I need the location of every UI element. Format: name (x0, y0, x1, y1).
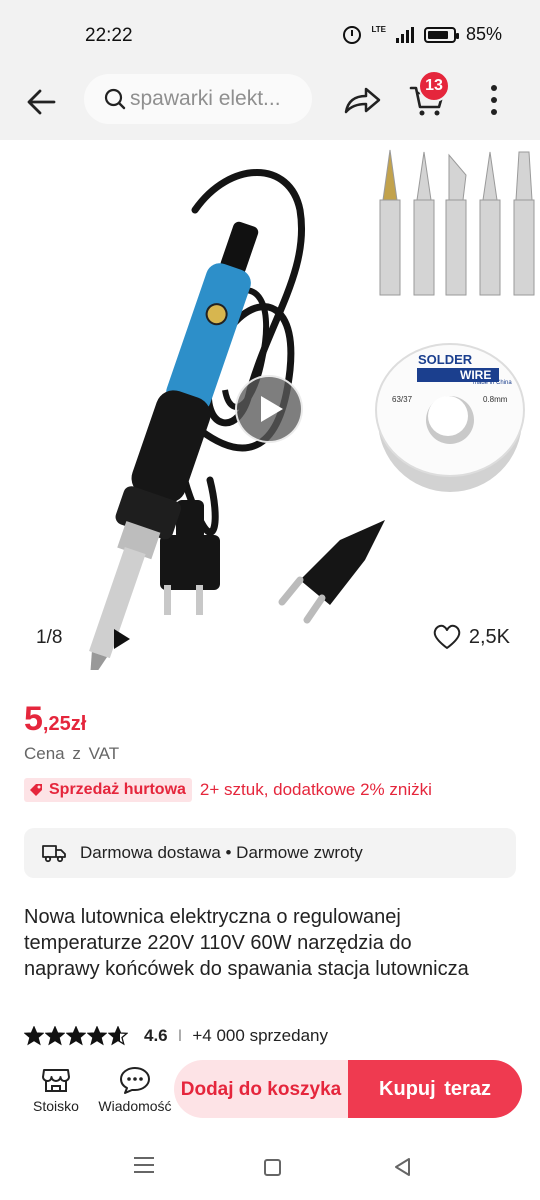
price-integer: 5 (24, 700, 43, 738)
chat-icon (120, 1067, 150, 1094)
store-label: Stoisko (33, 1098, 79, 1114)
share-icon[interactable] (340, 80, 384, 120)
wishlist-button[interactable]: 2,5K (433, 624, 510, 650)
search-bar[interactable]: spawarki elekt... (84, 74, 312, 124)
battery-icon (423, 26, 459, 43)
status-icons: LTE 85% (343, 24, 502, 45)
likes-count: 2,5K (468, 625, 510, 648)
top-navigation: spawarki elekt... 13 (0, 70, 540, 140)
store-icon (42, 1069, 70, 1092)
wholesale-badge: Sprzedaż hurtowa (24, 778, 192, 802)
rating-score: 4.6 (144, 1026, 168, 1045)
messages-label: Wiadomość (98, 1098, 172, 1114)
product-title: Nowa lutownica elektryczna o regulowanej… (24, 906, 469, 980)
product-price: 5 ,25zł (24, 700, 86, 739)
solder-made-label: made in China (473, 380, 512, 386)
buy-now-button[interactable]: Kupuj teraz (348, 1060, 522, 1118)
star-icon (87, 1026, 107, 1046)
status-time: 22:22 (85, 25, 133, 46)
image-counter: 1/8 (36, 627, 63, 648)
battery-percent: 85% (465, 24, 502, 44)
bottom-action-bar: Stoisko Wiadomość Dodaj do koszyka Kupuj… (0, 1058, 540, 1130)
back-arrow-icon[interactable] (22, 82, 62, 122)
alarm-icon (343, 25, 362, 44)
wholesale-text: 2+ sztuk, dodatkowe 2% zniżki (199, 780, 432, 799)
system-navigation-bar (0, 1135, 540, 1200)
star-icon (45, 1026, 65, 1046)
star-icon (108, 1026, 128, 1046)
cart-count-badge: 13 (418, 70, 450, 102)
star-icon (66, 1026, 86, 1046)
search-placeholder: spawarki elekt... (130, 87, 281, 110)
store-button[interactable]: Stoisko (16, 1062, 96, 1114)
solder-label-top: SOLDER (418, 352, 473, 367)
truck-icon (42, 845, 66, 863)
vat-note: Cena z VAT (24, 744, 120, 763)
system-back-icon[interactable] (393, 1157, 413, 1177)
messages-button[interactable]: Wiadomość (95, 1062, 175, 1114)
product-image-gallery[interactable]: SOLDER WIRE made in China 63/37 0.8mm 1/… (0, 140, 540, 670)
star-icon (24, 1026, 44, 1046)
search-icon (104, 88, 126, 110)
rating-separator: I (177, 1026, 183, 1045)
delivery-text: Darmowa dostawa • Darmowe zwroty (80, 843, 363, 862)
small-play-icon[interactable] (114, 629, 130, 649)
wholesale-badge-label: Sprzedaż hurtowa (49, 781, 186, 798)
delivery-info[interactable]: Darmowa dostawa • Darmowe zwroty (24, 828, 516, 878)
product-rating[interactable]: 4.6 I +4 000 sprzedany (24, 1026, 328, 1046)
purchase-buttons: Dodaj do koszyka Kupuj teraz (174, 1060, 522, 1118)
solder-small-left: 63/37 (392, 395, 413, 404)
heart-icon (433, 624, 461, 649)
signal-icon (395, 26, 414, 43)
rating-stars (24, 1026, 128, 1046)
sold-count: +4 000 sprzedany (192, 1026, 329, 1045)
video-play-button[interactable] (235, 375, 303, 443)
add-to-cart-button[interactable]: Dodaj do koszyka (174, 1060, 348, 1118)
home-icon[interactable] (264, 1159, 281, 1176)
lte-indicator: LTE (371, 24, 386, 34)
wholesale-promo[interactable]: Sprzedaż hurtowa 2+ sztuk, dodatkowe 2% … (24, 778, 432, 802)
status-bar: 22:22 LTE 85% (0, 0, 540, 70)
play-icon (261, 396, 283, 422)
tag-icon (30, 784, 42, 796)
price-fraction: ,25zł (42, 713, 87, 735)
recent-apps-icon[interactable] (134, 1157, 154, 1178)
more-options-icon[interactable] (482, 80, 506, 120)
solder-small-right: 0.8mm (483, 395, 508, 404)
